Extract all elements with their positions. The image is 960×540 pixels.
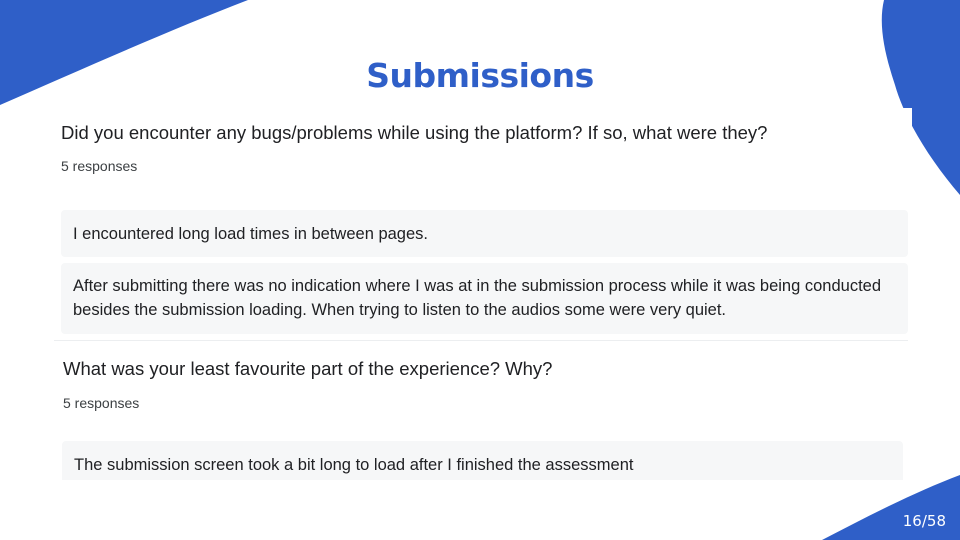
question-text: What was your least favourite part of th…	[63, 358, 553, 379]
question-card: What was your least favourite part of th…	[54, 340, 908, 481]
response-text: I encountered long load times in between…	[73, 225, 428, 243]
response-item: I encountered long load times in between…	[61, 210, 908, 257]
response-text: The submission screen took a bit long to…	[74, 456, 634, 474]
question-card: Did you encounter any bugs/problems whil…	[52, 108, 912, 336]
response-item: The submission screen took a bit long to…	[62, 441, 903, 480]
slide-title: Submissions	[366, 56, 594, 95]
page-number: 16/58	[902, 512, 946, 530]
bottom-right-blob	[822, 475, 960, 540]
response-text: After submitting there was no indication…	[73, 277, 882, 319]
response-count: 5 responses	[61, 158, 138, 174]
response-item: After submitting there was no indication…	[61, 263, 908, 334]
question-text: Did you encounter any bugs/problems whil…	[61, 122, 768, 143]
response-count: 5 responses	[63, 395, 140, 411]
